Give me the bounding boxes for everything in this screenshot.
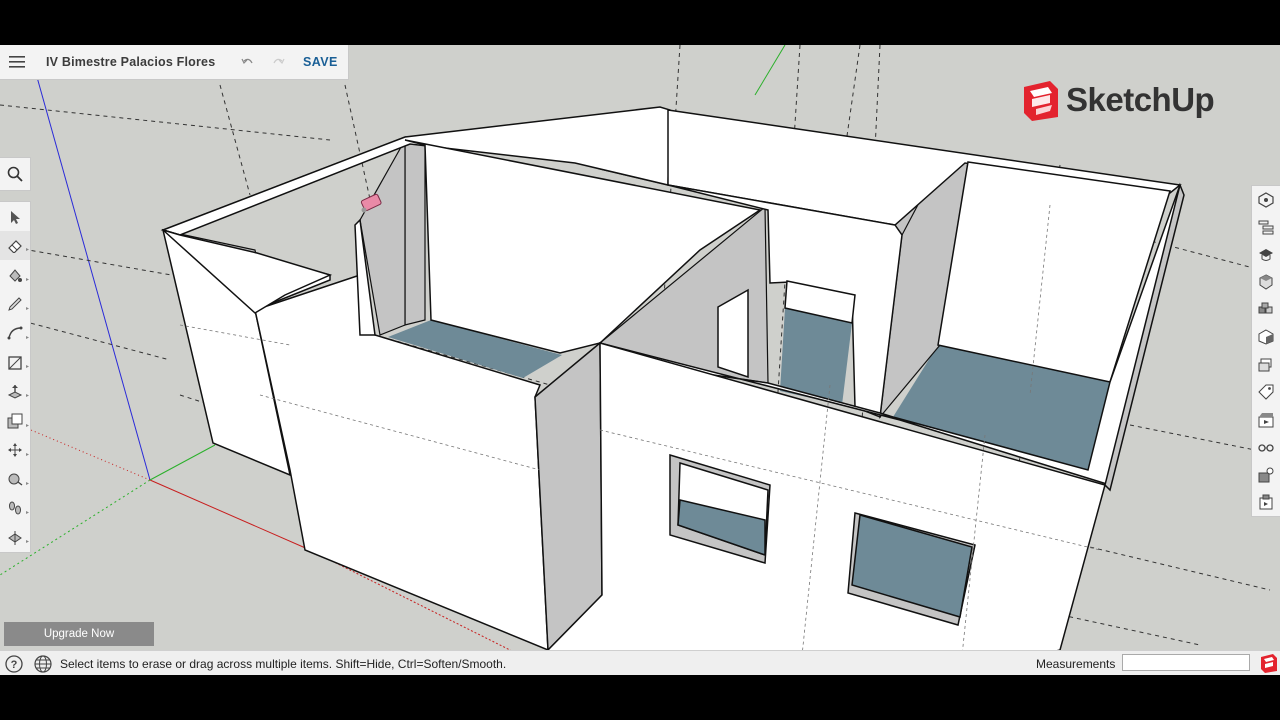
paint-bucket-icon	[9, 269, 22, 282]
walk-icon	[9, 501, 21, 515]
left-toolbar: ▸ ▸ ▸ ▸ ▸ ▸ ▸ ▸ ▸ ▸ ▸	[0, 201, 31, 553]
entity-info-icon	[1258, 192, 1274, 208]
more-indicator: ▸	[25, 539, 29, 546]
outliner-button[interactable]	[1252, 214, 1280, 242]
more-indicator: ▸	[25, 451, 29, 458]
push-pull-tool[interactable]: ▸	[0, 377, 30, 406]
globe-icon	[34, 654, 52, 673]
geo-location-button[interactable]	[32, 654, 54, 674]
more-indicator: ▸	[25, 276, 29, 283]
instructor-button[interactable]	[1252, 241, 1280, 269]
tape-measure-tool[interactable]: ▸	[0, 465, 30, 494]
more-indicator: ▸	[25, 393, 29, 400]
scenes-button[interactable]	[1252, 406, 1280, 434]
solar-button[interactable]	[1252, 461, 1280, 489]
redo-button[interactable]	[263, 45, 295, 79]
styles-icon	[1258, 329, 1274, 345]
components-icon	[1259, 274, 1273, 290]
arc-tool[interactable]: ▸	[0, 319, 30, 348]
redo-icon	[273, 58, 285, 65]
status-bar: ? Select items to erase or drag across m…	[0, 650, 1280, 675]
extension-icon	[1259, 494, 1273, 510]
more-indicator: ▸	[25, 422, 29, 429]
layers-button[interactable]	[1252, 351, 1280, 379]
brand-name: SketchUp	[1066, 81, 1215, 118]
rectangle-icon	[8, 355, 22, 370]
move-icon	[8, 443, 22, 458]
upgrade-now-button[interactable]: Upgrade Now	[4, 622, 154, 646]
more-indicator: ▸	[25, 480, 29, 487]
section-plane-icon	[8, 530, 22, 545]
help-button[interactable]: ?	[4, 654, 24, 674]
status-hint: Select items to erase or drag across mul…	[60, 656, 507, 671]
help-icon: ?	[5, 654, 23, 673]
measurements-input[interactable]	[1122, 654, 1250, 671]
more-indicator: ▸	[25, 510, 29, 517]
glasses-icon	[1258, 444, 1274, 452]
sketchup-small-logo-icon	[1261, 654, 1277, 673]
right-panel-toolbar	[1251, 185, 1280, 517]
svg-text:?: ?	[11, 659, 18, 671]
green-axis	[149, 444, 216, 481]
section-plane-tool[interactable]: ▸	[0, 523, 30, 552]
sketchup-logo-icon	[1024, 81, 1058, 121]
search-icon	[7, 166, 23, 182]
extension-button[interactable]	[1252, 489, 1280, 517]
red-axis	[149, 479, 311, 551]
materials-button[interactable]	[1252, 296, 1280, 324]
more-indicator: ▸	[25, 364, 29, 371]
offset-tool[interactable]: ▸	[0, 406, 30, 435]
pencil-icon	[8, 297, 22, 311]
undo-icon	[241, 58, 253, 65]
offset-icon	[7, 413, 23, 429]
tags-button[interactable]	[1252, 379, 1280, 407]
eraser-icon	[8, 239, 22, 253]
arc-icon	[7, 326, 23, 340]
instructor-icon	[1259, 248, 1273, 261]
model-viewport[interactable]	[0, 45, 1280, 675]
hamburger-menu-button[interactable]	[0, 45, 34, 79]
tape-measure-icon	[8, 473, 23, 486]
select-tool[interactable]	[0, 202, 30, 231]
select-icon	[11, 210, 20, 224]
undo-button[interactable]	[231, 45, 263, 79]
scenes-icon	[1258, 412, 1274, 428]
tags-icon	[1258, 384, 1274, 400]
paint-bucket-tool[interactable]: ▸	[0, 260, 30, 289]
push-pull-icon	[7, 384, 23, 399]
more-indicator: ▸	[25, 334, 29, 341]
pencil-tool[interactable]: ▸	[0, 290, 30, 319]
more-indicator: ▸	[25, 247, 29, 254]
outliner-icon	[1258, 220, 1274, 235]
model-title: IV Bimestre Palacios Flores	[46, 55, 216, 69]
display-button[interactable]	[1252, 434, 1280, 462]
more-indicator: ▸	[25, 305, 29, 312]
solar-icon	[1258, 467, 1274, 483]
entity-info-button[interactable]	[1252, 186, 1280, 214]
layers-icon	[1258, 358, 1272, 372]
move-tool[interactable]: ▸	[0, 436, 30, 465]
save-button[interactable]: SAVE	[303, 55, 338, 69]
hamburger-icon	[9, 56, 25, 68]
components-button[interactable]	[1252, 269, 1280, 297]
walk-tool[interactable]: ▸	[0, 494, 30, 523]
rectangle-tool[interactable]: ▸	[0, 348, 30, 377]
measurements-label: Measurements	[1036, 656, 1116, 671]
blue-axis	[27, 45, 151, 481]
sketchup-logo: SketchUp	[1020, 79, 1215, 121]
eraser-tool[interactable]: ▸	[0, 231, 30, 261]
styles-button[interactable]	[1252, 324, 1280, 352]
sketchup-app: IV Bimestre Palacios Flores SAVE SketchU…	[0, 45, 1280, 675]
title-bar: IV Bimestre Palacios Flores SAVE	[0, 45, 349, 80]
materials-icon	[1258, 302, 1273, 314]
search-button[interactable]	[0, 157, 31, 191]
sketchup-status-logo[interactable]	[1259, 653, 1277, 675]
